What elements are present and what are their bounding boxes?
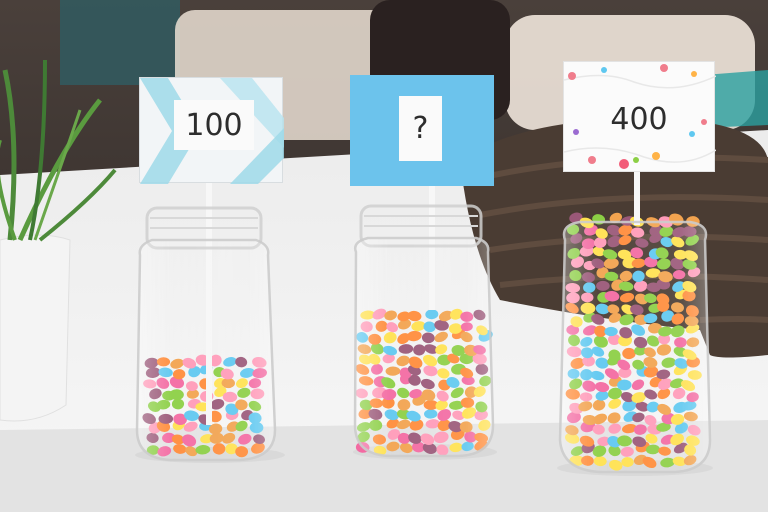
- sign-card-left: 100: [139, 77, 284, 184]
- sign-card-right: 400: [563, 61, 716, 172]
- sign-stick: [634, 170, 640, 225]
- mason-jar-middle: [353, 204, 495, 458]
- teal-object: [60, 0, 180, 85]
- sign-card-middle: ?: [350, 75, 494, 186]
- mason-jar-left: [135, 206, 277, 462]
- sign-label-right: 400: [610, 101, 668, 137]
- sign-label-middle: ?: [399, 96, 442, 161]
- mason-jar-right: [558, 220, 712, 474]
- sign-label-left: 100: [174, 100, 254, 150]
